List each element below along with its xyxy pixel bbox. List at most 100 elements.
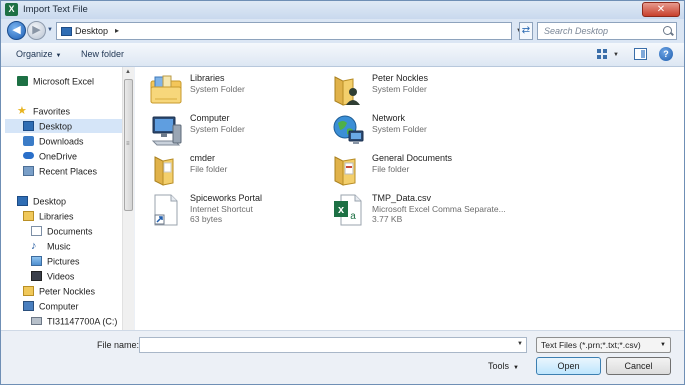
- nav-item-c-drive[interactable]: TI31147700A (C:): [31, 314, 117, 328]
- cloud-icon: [23, 152, 34, 160]
- file-item-computer[interactable]: Computer System Folder: [149, 113, 324, 153]
- nav-item-label: Peter Nockles: [39, 286, 96, 297]
- user-folder-icon: [334, 76, 360, 106]
- file-type: File folder: [190, 164, 228, 174]
- shortcut-icon: [154, 194, 178, 226]
- nav-item-microsoft-excel[interactable]: Microsoft Excel: [17, 74, 94, 88]
- refresh-button[interactable]: ⇄: [519, 22, 533, 40]
- excel-app-icon: X: [5, 3, 18, 16]
- nav-item-pictures[interactable]: Pictures: [31, 254, 80, 268]
- scroll-grip-icon: ≡: [126, 141, 130, 147]
- documents-icon: [31, 225, 42, 236]
- nav-item-label: Pictures: [47, 256, 80, 267]
- star-icon: ★: [17, 104, 27, 117]
- view-options-chevron-icon[interactable]: ▼: [613, 52, 619, 58]
- file-name-label: File name:: [97, 340, 140, 350]
- file-type: File folder: [372, 164, 410, 174]
- nav-item-label: TI31147700A (C:): [47, 316, 118, 327]
- window-title: Import Text File: [23, 4, 88, 15]
- forward-button[interactable]: ▶: [27, 21, 46, 40]
- libraries-icon: [23, 210, 34, 221]
- preview-pane-icon[interactable]: [634, 48, 647, 60]
- back-button[interactable]: ◀: [7, 21, 26, 40]
- svg-text:x: x: [338, 204, 345, 216]
- nav-item-label: Videos: [47, 271, 75, 282]
- nav-item-desktop-favorite[interactable]: Desktop: [5, 119, 122, 133]
- navigation-scrollbar[interactable]: ▲ ≡: [122, 67, 134, 330]
- file-name: Spiceworks Portal: [190, 193, 263, 203]
- nav-item-favorites[interactable]: ★ Favorites: [17, 104, 70, 118]
- change-view-icon[interactable]: [597, 49, 609, 60]
- tools-button[interactable]: Tools ▼: [488, 361, 519, 371]
- file-item-cmder[interactable]: cmder File folder: [149, 153, 324, 193]
- navigation-pane: Microsoft Excel ★ Favorites Desktop Downl…: [1, 67, 134, 330]
- desktop-icon: [61, 27, 72, 36]
- file-item-network[interactable]: Network System Folder: [331, 113, 506, 153]
- file-type-select[interactable]: Text Files (*.prn;*.txt;*.csv) ▼: [536, 337, 671, 353]
- chevron-down-icon: ▼: [55, 53, 62, 59]
- nav-item-desktop[interactable]: Desktop: [17, 194, 66, 208]
- nav-item-peter-nockles[interactable]: Peter Nockles: [23, 284, 95, 298]
- open-button[interactable]: Open: [536, 357, 601, 375]
- nav-item-downloads[interactable]: Downloads: [23, 134, 84, 148]
- file-item-peter-nockles[interactable]: Peter Nockles System Folder: [331, 73, 506, 113]
- search-icon[interactable]: [663, 26, 672, 35]
- recent-locations-chevron-icon[interactable]: ▼: [47, 27, 53, 33]
- address-bar[interactable]: Desktop ▸: [56, 22, 512, 40]
- nav-item-recent-places[interactable]: Recent Places: [23, 164, 97, 178]
- chevron-down-icon[interactable]: ▼: [660, 342, 666, 348]
- scroll-up-icon[interactable]: ▲: [125, 69, 131, 75]
- cancel-button[interactable]: Cancel: [606, 357, 671, 375]
- folder-icon: [154, 156, 174, 186]
- breadcrumb-arrow-icon[interactable]: ▸: [115, 26, 119, 35]
- file-type: System Folder: [190, 124, 245, 134]
- nav-item-label: Music: [47, 241, 71, 252]
- new-folder-button[interactable]: New folder: [81, 49, 124, 59]
- nav-item-label: Computer: [39, 301, 79, 312]
- close-button[interactable]: ✕: [642, 2, 680, 17]
- excel-icon: [17, 75, 28, 86]
- videos-icon: [31, 270, 42, 281]
- search-box[interactable]: Search Desktop: [537, 22, 677, 40]
- file-item-libraries[interactable]: Libraries System Folder: [149, 73, 324, 113]
- svg-text:a: a: [350, 211, 356, 222]
- pictures-icon: [31, 255, 42, 266]
- file-name: Libraries: [190, 73, 225, 83]
- nav-item-label: Libraries: [39, 211, 74, 222]
- organize-label: Organize: [16, 49, 53, 59]
- file-item-spiceworks-portal[interactable]: Spiceworks Portal Internet Shortcut 63 b…: [149, 193, 324, 233]
- organize-button[interactable]: Organize ▼: [16, 49, 61, 59]
- nav-item-libraries[interactable]: Libraries: [23, 209, 74, 223]
- nav-item-documents[interactable]: Documents: [31, 224, 93, 238]
- nav-item-onedrive[interactable]: OneDrive: [23, 149, 77, 163]
- nav-item-label: Desktop: [33, 196, 67, 207]
- file-list: Libraries System Folder Peter Nockles Sy…: [135, 67, 684, 330]
- file-type: System Folder: [190, 84, 245, 94]
- title-bar[interactable]: X Import Text File ✕: [1, 1, 684, 19]
- file-type: System Folder: [372, 124, 427, 134]
- file-item-tmp-data-csv[interactable]: x a TMP_Data.csv Microsoft Excel Comma S…: [331, 193, 506, 233]
- desktop-icon: [17, 195, 28, 206]
- file-name-dropdown-icon[interactable]: ▼: [517, 341, 523, 347]
- file-size: 63 bytes: [190, 214, 223, 224]
- file-name-field[interactable]: ▼: [139, 337, 527, 353]
- drive-icon: [31, 316, 42, 325]
- nav-item-computer[interactable]: Computer: [23, 299, 79, 313]
- file-item-general-documents[interactable]: General Documents File folder: [331, 153, 506, 193]
- nav-item-videos[interactable]: Videos: [31, 269, 74, 283]
- excel-csv-icon: x a: [334, 194, 362, 226]
- nav-item-music[interactable]: ♪ Music: [31, 239, 71, 253]
- help-icon[interactable]: ?: [659, 47, 673, 61]
- file-type-value: Text Files (*.prn;*.txt;*.csv): [541, 340, 641, 350]
- file-name: Computer: [190, 113, 230, 123]
- user-folder-icon: [23, 285, 34, 296]
- address-path[interactable]: Desktop: [75, 26, 108, 36]
- file-name: General Documents: [372, 153, 453, 163]
- nav-item-label: Documents: [47, 226, 93, 237]
- nav-item-label: Recent Places: [39, 166, 98, 177]
- address-row: ◀ ▶ ▼ Desktop ▸ ▼ ⇄ Search Desktop: [1, 19, 684, 43]
- tools-label: Tools: [488, 361, 510, 371]
- nav-item-label: Microsoft Excel: [33, 76, 95, 87]
- search-input[interactable]: Search Desktop: [544, 26, 608, 36]
- computer-icon: [151, 116, 182, 146]
